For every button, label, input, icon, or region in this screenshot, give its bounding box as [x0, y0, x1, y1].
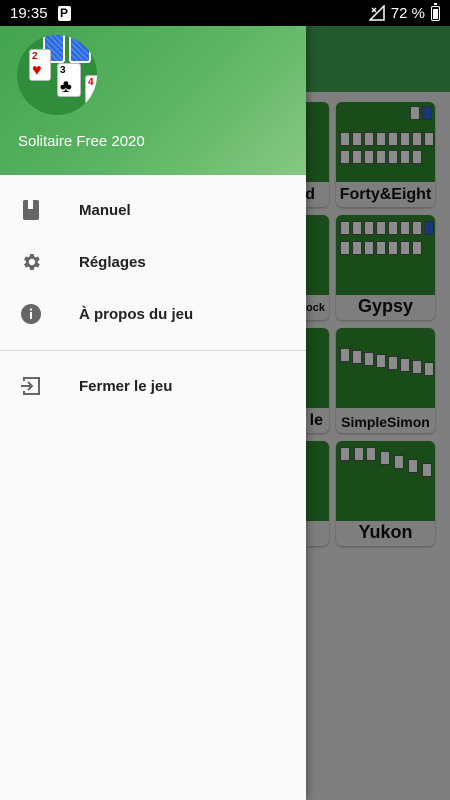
status-bar: 19:35 P 72 % [0, 0, 450, 26]
menu-label: Réglages [79, 253, 146, 271]
solitaire-cards-logo: 2 ♥ 3 ♣ 4 [17, 35, 97, 115]
menu-divider [0, 350, 306, 351]
battery-icon [431, 2, 440, 21]
gear-icon [19, 250, 43, 274]
menu-label: À propos du jeu [79, 305, 194, 323]
app-title: Solitaire Free 2020 [18, 133, 145, 150]
info-icon [19, 302, 43, 326]
no-signal-icon [368, 5, 385, 21]
drawer-header: 2 ♥ 3 ♣ 4 Solitaire Free 2020 [0, 26, 306, 175]
menu-item-about[interactable]: À propos du jeu [0, 288, 306, 340]
navigation-drawer: 2 ♥ 3 ♣ 4 Solitaire Free 2020 Manuel Régla… [0, 26, 306, 800]
menu-item-manual[interactable]: Manuel [0, 184, 306, 236]
book-icon [19, 198, 43, 222]
menu-item-settings[interactable]: Réglages [0, 236, 306, 288]
menu-item-exit[interactable]: Fermer le jeu [0, 360, 306, 412]
p-icon: P [57, 5, 71, 21]
battery-percent: 72 % [390, 4, 425, 22]
menu-label: Fermer le jeu [79, 377, 173, 395]
menu-label: Manuel [79, 201, 131, 219]
status-time: 19:35 [10, 4, 48, 22]
exit-icon [19, 374, 43, 398]
